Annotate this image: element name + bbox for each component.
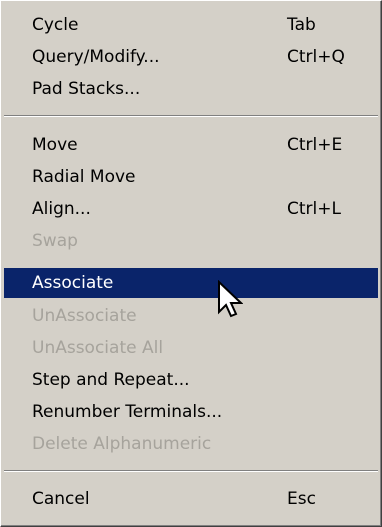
menu-item-associate[interactable]: Associate <box>4 268 378 298</box>
menu-item-label: Delete Alphanumeric <box>32 434 212 454</box>
menu-item-shortcut: Ctrl+L <box>287 199 341 219</box>
menu-item-shortcut: Ctrl+E <box>287 135 343 155</box>
menu-item-label: Swap <box>32 231 78 251</box>
menu-separator <box>4 115 378 117</box>
menu-item-renumber-terminals[interactable]: Renumber Terminals... <box>4 396 378 428</box>
menu-item-label: Radial Move <box>32 167 136 187</box>
menu-item-label: UnAssociate All <box>32 338 164 358</box>
menu-item-shortcut: Ctrl+Q <box>287 47 345 67</box>
menu-item-step-and-repeat[interactable]: Step and Repeat... <box>4 364 378 396</box>
menu-item-query-modify[interactable]: Query/Modify... Ctrl+Q <box>4 41 378 73</box>
menu-item-cancel[interactable]: Cancel Esc <box>4 483 378 515</box>
menu-item-label: Align... <box>32 199 91 219</box>
menu-item-shortcut: Tab <box>287 15 316 35</box>
menu-item-swap: Swap <box>4 225 378 257</box>
menu-item-pad-stacks[interactable]: Pad Stacks... <box>4 73 378 105</box>
menu-item-label: Move <box>32 135 78 155</box>
menu-item-move[interactable]: Move Ctrl+E <box>4 129 378 161</box>
menu-item-label: Renumber Terminals... <box>32 402 223 422</box>
menu-item-unassociate-all: UnAssociate All <box>4 332 378 364</box>
menu-item-label: Query/Modify... <box>32 47 160 67</box>
arrow-pointer-icon <box>218 280 243 318</box>
menu-item-cycle[interactable]: Cycle Tab <box>4 9 378 41</box>
menu-item-align[interactable]: Align... Ctrl+L <box>4 193 378 225</box>
menu-item-radial-move[interactable]: Radial Move <box>4 161 378 193</box>
menu-item-label: Cycle <box>32 15 79 35</box>
menu-separator <box>4 470 378 472</box>
menu-item-delete-alphanumeric: Delete Alphanumeric <box>4 428 378 460</box>
menu-item-label: Cancel <box>32 489 90 509</box>
menu-item-shortcut: Esc <box>287 489 316 509</box>
menu-item-label: Pad Stacks... <box>32 79 141 99</box>
menu-item-label: Step and Repeat... <box>32 370 190 390</box>
menu-item-unassociate: UnAssociate <box>4 300 378 332</box>
menu-item-label: UnAssociate <box>32 306 137 326</box>
menu-item-label: Associate <box>32 273 114 293</box>
context-menu: Cycle Tab Query/Modify... Ctrl+Q Pad Sta… <box>0 0 382 527</box>
